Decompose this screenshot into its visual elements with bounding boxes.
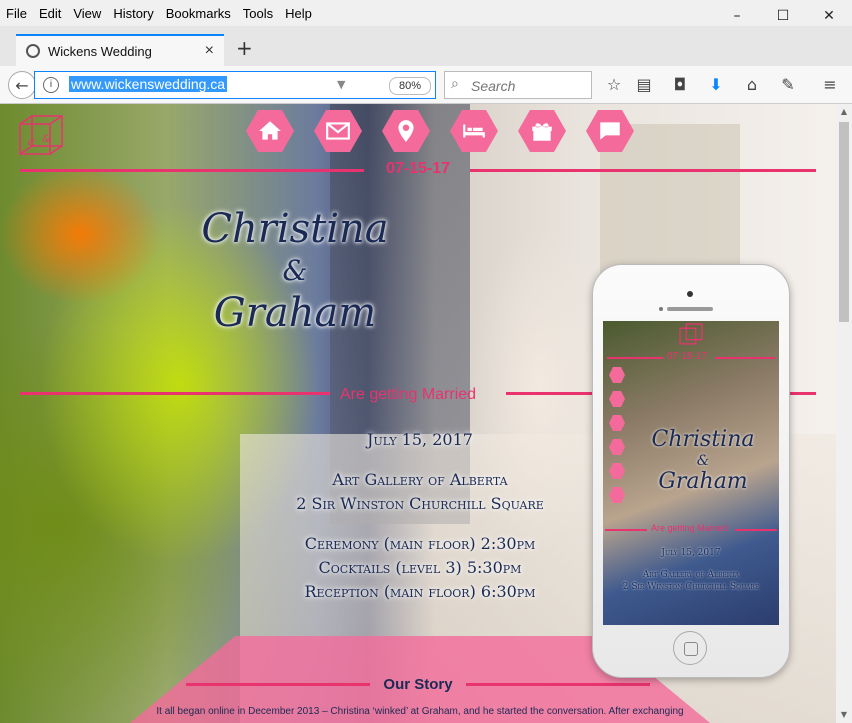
scrollbar-thumb[interactable] [839, 122, 849, 322]
chat-icon [600, 122, 620, 140]
phone-bed-icon [609, 439, 625, 455]
url-bar[interactable]: i www.wickenswedding.ca ▼ 80% ↻ [34, 71, 456, 99]
new-tab-button[interactable]: + [236, 36, 253, 60]
page-scrollbar[interactable]: ▲ ▼ [836, 104, 852, 723]
site-info-icon[interactable]: i [43, 77, 59, 93]
phone-envelope-icon [609, 391, 625, 407]
phone-groom-name: Graham [658, 469, 748, 494]
location-pin-icon [398, 120, 414, 142]
story-divider-left [186, 683, 370, 686]
zoom-indicator[interactable]: 80% [389, 77, 431, 95]
phone-home-icon [609, 367, 625, 383]
hamburger-menu-icon[interactable]: ≡ [820, 75, 840, 95]
cocktails-time: Cocktails (level 3) 5:30pm [318, 558, 522, 577]
nav-messages-button[interactable] [586, 110, 634, 152]
site-logo[interactable]: c & [18, 114, 64, 160]
eyedropper-icon[interactable]: ✎ [778, 75, 798, 95]
site-nav-icons [246, 110, 634, 152]
tab-wickens-wedding[interactable]: Wickens Wedding × [16, 34, 224, 66]
wedding-date-long: July 15, 2017 [367, 430, 473, 449]
envelope-icon [326, 122, 350, 140]
phone-gift-icon [609, 463, 625, 479]
menu-view[interactable]: View [67, 6, 107, 21]
home-icon [259, 121, 281, 140]
divider-line-left-2 [20, 392, 330, 395]
phone-date-short: 07-15-17 [667, 351, 708, 362]
home-button-icon[interactable]: ⌂ [742, 75, 762, 95]
svg-text:&: & [42, 134, 51, 145]
story-title: Our Story [383, 676, 453, 693]
phone-divider-left [607, 357, 663, 359]
couple-names: Christina & Graham [190, 204, 400, 338]
phone-divider-right-2 [735, 529, 777, 531]
scroll-down-arrow-icon[interactable]: ▼ [836, 707, 852, 723]
navigation-bar: ← i www.wickenswedding.ca ▼ 80% ↻ ⌕ ☆ ▤ … [0, 66, 852, 104]
page-viewport: c & 07-15-17 Christina & Graham Are gett… [0, 104, 836, 723]
wedding-date-short: 07-15-17 [385, 160, 451, 177]
menu-help[interactable]: Help [279, 6, 318, 21]
phone-couple-names: Christina & Graham [643, 427, 763, 495]
back-button[interactable]: ← [8, 71, 36, 99]
nav-rsvp-button[interactable] [314, 110, 362, 152]
groom-name: Graham [213, 290, 377, 336]
menu-file[interactable]: File [0, 6, 33, 21]
divider-line-left [20, 169, 364, 172]
tab-close-icon[interactable]: × [205, 42, 214, 60]
nav-registry-button[interactable] [518, 110, 566, 152]
phone-tagline: Are getting Married [651, 523, 728, 533]
download-icon[interactable]: ⬇ [706, 75, 726, 95]
nav-location-button[interactable] [382, 110, 430, 152]
phone-ampersand: & [696, 453, 710, 469]
menu-tools[interactable]: Tools [237, 6, 279, 21]
phone-site-logo [679, 323, 703, 345]
search-box[interactable]: ⌕ [444, 71, 592, 99]
nav-home-button[interactable] [246, 110, 294, 152]
phone-event-details: July 15, 2017 Art Gallery of Alberta 2 S… [603, 547, 779, 593]
phone-date-long: July 15, 2017 [661, 548, 721, 558]
ampersand: & [282, 254, 308, 287]
phone-camera [687, 291, 693, 297]
phone-nav-icons [609, 367, 625, 503]
phone-speaker [667, 307, 713, 311]
story-divider-right [466, 683, 650, 686]
venue-address: 2 Sir Winston Churchill Square [296, 494, 544, 513]
svg-text:c: c [28, 135, 35, 149]
phone-divider-right [715, 357, 775, 359]
menu-bookmarks[interactable]: Bookmarks [160, 6, 237, 21]
menu-edit[interactable]: Edit [33, 6, 67, 21]
phone-sensor [659, 307, 663, 311]
loading-favicon-icon [26, 44, 40, 58]
pocket-icon[interactable]: ◘ [670, 75, 690, 95]
url-dropdown-icon[interactable]: ▼ [337, 78, 345, 91]
menu-history[interactable]: History [107, 6, 159, 21]
reader-list-icon[interactable]: ▤ [634, 75, 654, 95]
tagline: Are getting Married [340, 386, 477, 403]
phone-mockup: 07-15-17 Christina & Graham Are getting … [592, 264, 790, 678]
bookmark-star-icon[interactable]: ☆ [604, 75, 624, 95]
tab-title: Wickens Wedding [48, 43, 152, 59]
story-text: It all began online in December 2013 – C… [156, 706, 684, 717]
bed-icon [463, 124, 485, 138]
ceremony-time: Ceremony (main floor) 2:30pm [304, 534, 536, 553]
phone-divider-left-2 [605, 529, 647, 531]
event-details: July 15, 2017 Art Gallery of Alberta 2 S… [280, 428, 560, 604]
gift-icon [532, 123, 552, 141]
bride-name: Christina [201, 206, 389, 252]
phone-screen: 07-15-17 Christina & Graham Are getting … [603, 321, 779, 625]
phone-home-button [673, 631, 707, 665]
phone-venue: Art Gallery of Alberta [642, 570, 740, 580]
search-input[interactable] [469, 75, 589, 97]
phone-chat-icon [609, 487, 625, 503]
phone-address: 2 Sir Winston Churchill Square [622, 582, 760, 592]
phone-location-pin-icon [609, 415, 625, 431]
venue-name: Art Gallery of Alberta [332, 470, 508, 489]
search-icon: ⌕ [451, 76, 459, 92]
phone-bride-name: Christina [651, 427, 755, 452]
nav-accommodation-button[interactable] [450, 110, 498, 152]
tab-strip: Wickens Wedding × + [0, 26, 852, 66]
scroll-up-arrow-icon[interactable]: ▲ [836, 104, 852, 120]
divider-line-right [470, 169, 816, 172]
reception-time: Reception (main floor) 6:30pm [304, 582, 536, 601]
url-text[interactable]: www.wickenswedding.ca [69, 76, 228, 92]
